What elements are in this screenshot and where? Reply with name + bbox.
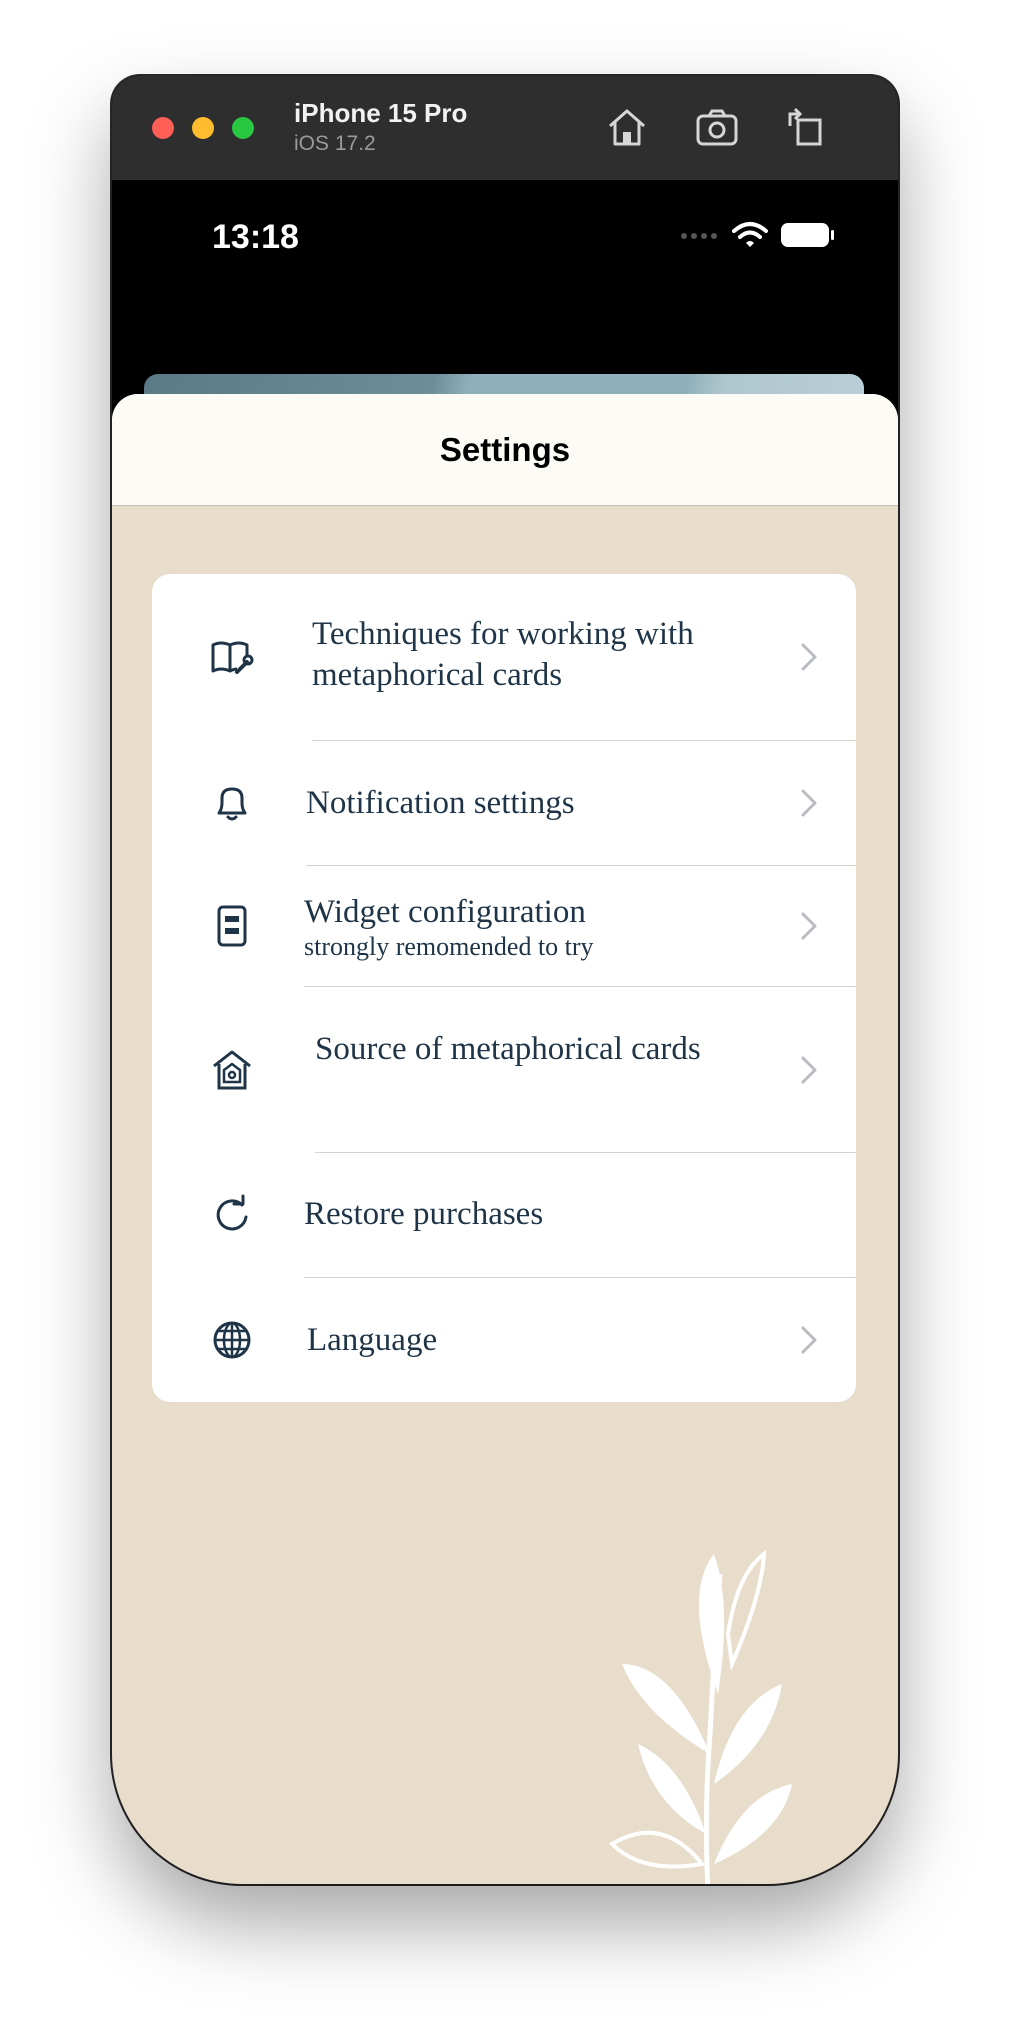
wifi-icon [732,221,768,254]
settings-sheet: Settings Techniques for working with met… [112,394,898,1884]
device-name: iPhone 15 Pro [294,98,468,128]
item-label: Source of metaphorical cards [315,1031,701,1067]
close-window-button[interactable] [152,117,174,139]
simulator-window: iPhone 15 Pro iOS 17.2 13:18 Settings Te… [112,76,898,1884]
settings-list: Techniques for working with metaphorical… [152,574,856,1402]
minimize-window-button[interactable] [192,117,214,139]
battery-icon [780,221,836,254]
home-icon[interactable] [602,102,652,152]
widget-icon [210,904,254,948]
status-time: 13:18 [212,218,299,256]
rotate-icon[interactable] [780,102,830,152]
iphone-screen: 13:18 Settings Techniques for working wi… [112,180,898,1884]
settings-item-widget[interactable]: Widget configuration strongly remomended… [152,866,856,986]
settings-item-techniques[interactable]: Techniques for working with metaphorical… [152,574,856,740]
book-wrench-icon [210,635,254,679]
chevron-right-icon [800,788,818,818]
zoom-window-button[interactable] [232,117,254,139]
item-label: Restore purchases [304,1196,544,1232]
item-label: Language [307,1322,438,1358]
settings-item-notifications[interactable]: Notification settings [152,741,856,865]
chevron-right-icon [800,1325,818,1355]
house-source-icon [210,1048,254,1092]
restore-icon [210,1193,254,1237]
chevron-right-icon [800,911,818,941]
item-subtitle: strongly remomended to try [304,932,594,961]
sheet-header: Settings [112,394,898,506]
settings-item-restore[interactable]: Restore purchases [152,1153,856,1277]
simulator-titlebar: iPhone 15 Pro iOS 17.2 [112,76,898,180]
bell-icon [210,781,254,825]
item-label: Notification settings [306,785,575,821]
chevron-right-icon [800,1055,818,1085]
item-label: Techniques for working with metaphorical… [312,616,694,693]
page-title: Settings [439,430,571,468]
plant-illustration [602,1534,842,1884]
status-icons [680,220,836,254]
os-version: iOS 17.2 [294,132,376,155]
screenshot-icon[interactable] [692,102,742,152]
chevron-right-icon [800,642,818,672]
settings-item-source[interactable]: Source of metaphorical cards [152,987,856,1152]
settings-item-language[interactable]: Language [152,1278,856,1402]
item-label: Widget configuration [304,894,586,930]
signal-icon [680,228,720,246]
globe-icon [210,1318,254,1362]
